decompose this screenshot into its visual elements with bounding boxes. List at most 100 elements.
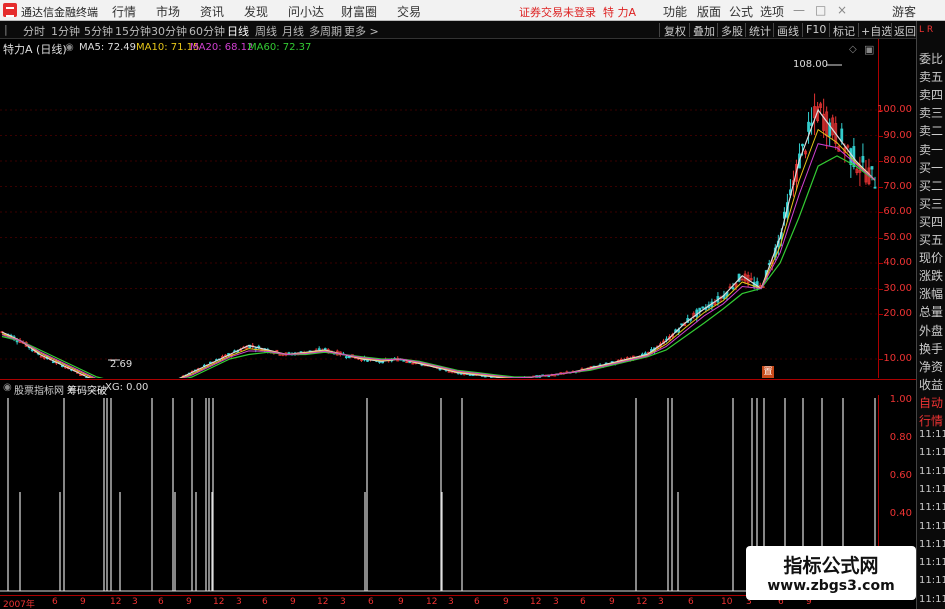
price-tick-mark — [879, 237, 883, 239]
menu-hangqing[interactable]: 行情 — [112, 3, 136, 20]
indicator-tick-label: 0.40 — [889, 508, 912, 519]
sidebar-item[interactable]: 总量 — [919, 303, 943, 320]
sidebar-item[interactable]: 卖二 — [919, 122, 943, 139]
indicator-gear-icon[interactable]: ◉ — [3, 382, 12, 393]
close-icon[interactable]: × — [837, 3, 847, 17]
date-tick-label: 6 — [580, 597, 586, 607]
tool-biaoji[interactable]: 标记 — [833, 23, 855, 39]
watermark-logo: 指标公式网 www.zbgs3.com — [746, 546, 916, 600]
period-5min[interactable]: 5分钟 — [84, 23, 113, 39]
sidebar-item[interactable]: 委比 — [919, 50, 943, 67]
period-multi[interactable]: 多周期 — [309, 23, 342, 39]
tool-zixuan[interactable]: +自选 — [861, 23, 892, 39]
candle-body — [870, 166, 874, 170]
price-tick-mark — [879, 314, 883, 315]
date-tick-label: 12 — [110, 597, 122, 607]
period-daily[interactable]: 日线 — [227, 23, 249, 39]
menu-zixun[interactable]: 资讯 — [200, 3, 224, 20]
sidebar-item[interactable]: 换手 — [919, 340, 943, 357]
period-monthly[interactable]: 月线 — [282, 23, 304, 39]
sidebar-item[interactable]: 买二 — [919, 177, 943, 194]
nav-arrow-icon[interactable]: | — [4, 23, 8, 36]
guest-label[interactable]: 游客 — [892, 3, 916, 20]
login-status[interactable]: 证券交易未登录 特 力A — [519, 4, 636, 20]
sidebar-item[interactable]: 11:11 — [919, 557, 945, 568]
sidebar-item[interactable]: 11:11 — [919, 429, 945, 440]
period-30min[interactable]: 30分钟 — [151, 23, 187, 39]
period-more[interactable]: 更多 > — [344, 23, 379, 39]
tool-duogu[interactable]: 多股 — [721, 23, 743, 39]
candle-body — [840, 128, 844, 142]
tool-f10[interactable]: F10 — [806, 23, 826, 36]
candle-body — [15, 340, 19, 343]
date-tick-label: 6 — [52, 597, 58, 607]
sidebar-item[interactable]: 11:11 — [919, 539, 945, 550]
settings-gear-icon[interactable]: ◉ — [65, 42, 74, 53]
date-tick-label: 12 — [317, 597, 329, 607]
menu-gongshi[interactable]: 公式 — [729, 3, 753, 20]
sidebar-item[interactable]: 现价 — [919, 249, 943, 266]
tool-fuquan[interactable]: 复权 — [664, 23, 686, 39]
stock-period-label: 特力A (日线) — [3, 43, 67, 56]
menu-jiaoyi[interactable]: 交易 — [397, 3, 421, 20]
minimize-icon[interactable]: — — [793, 3, 805, 17]
event-marker[interactable]: 置 — [762, 366, 774, 378]
maximize-icon[interactable]: □ — [815, 3, 826, 17]
period-weekly[interactable]: 周线 — [255, 23, 277, 39]
indicator-tick-label: 0.80 — [889, 432, 912, 443]
menu-shichang[interactable]: 市场 — [156, 3, 180, 20]
tool-huaxian[interactable]: 画线 — [777, 23, 799, 39]
sidebar-item[interactable]: 自动 — [919, 394, 943, 411]
menu-wenxiaoda[interactable]: 问小达 — [288, 3, 324, 20]
tool-fanhui[interactable]: 返回 — [894, 23, 916, 39]
watermark-url: www.zbgs3.com — [767, 578, 895, 594]
sidebar-item[interactable]: 11:11 — [919, 447, 945, 458]
sidebar-item[interactable]: 涨跌 — [919, 267, 943, 284]
price-chart[interactable] — [0, 39, 878, 378]
divider — [773, 23, 774, 37]
period-fenshi[interactable]: 分时 — [23, 23, 45, 39]
sidebar-item[interactable]: 11:11 — [919, 594, 945, 605]
sidebar-item[interactable]: 行情 — [919, 412, 943, 429]
sidebar-item[interactable]: 卖三 — [919, 104, 943, 121]
sidebar-item[interactable]: 卖五 — [919, 68, 943, 85]
indicator-value: XG: 0.00 — [105, 382, 149, 393]
candle-body — [807, 121, 810, 132]
ma60-label: MA60: 72.37 — [248, 42, 312, 53]
period-60min[interactable]: 60分钟 — [189, 23, 225, 39]
menu-faxian[interactable]: 发现 — [244, 3, 268, 20]
sidebar-item[interactable]: 涨幅 — [919, 285, 943, 302]
tool-tongji[interactable]: 统计 — [749, 23, 771, 39]
candle-body — [861, 156, 865, 163]
sidebar-item[interactable]: 外盘 — [919, 322, 943, 339]
diamond-icon[interactable]: ◇ — [849, 44, 857, 55]
date-tick-label: 6 — [368, 597, 374, 607]
sidebar-item[interactable]: 卖一 — [919, 141, 943, 158]
menu-banmian[interactable]: 版面 — [697, 3, 721, 20]
date-tick-label: 12 — [636, 597, 648, 607]
menu-gongneng[interactable]: 功能 — [663, 3, 687, 20]
sidebar-item[interactable]: 买三 — [919, 195, 943, 212]
sidebar-item[interactable]: 11:11 — [919, 521, 945, 532]
collapse-icon[interactable]: ▣ — [864, 43, 874, 56]
candle-body — [801, 143, 804, 147]
tool-diejia[interactable]: 叠加 — [693, 23, 715, 39]
sidebar-item[interactable]: 卖四 — [919, 86, 943, 103]
sidebar-item[interactable]: 11:11 — [919, 466, 945, 477]
period-1min[interactable]: 1分钟 — [51, 23, 80, 39]
sidebar-item[interactable]: 买一 — [919, 159, 943, 176]
sidebar-lr-toggle[interactable]: L R — [919, 25, 933, 35]
menu-caifuquan[interactable]: 财富圈 — [341, 3, 377, 20]
date-tick-label: 3 — [340, 597, 346, 607]
sidebar-item[interactable]: 收益 — [919, 376, 943, 393]
sidebar-item[interactable]: 11:11 — [919, 502, 945, 513]
sidebar-item[interactable]: 净资 — [919, 358, 943, 375]
menu-xuanxiang[interactable]: 选项 — [760, 3, 784, 20]
date-tick-label: 3 — [236, 597, 242, 607]
sidebar-item[interactable]: 11:11 — [919, 575, 945, 586]
sidebar-item[interactable]: 买五 — [919, 231, 943, 248]
period-15min[interactable]: 15分钟 — [115, 23, 151, 39]
sidebar-item[interactable]: 买四 — [919, 213, 943, 230]
sidebar-item[interactable]: 11:11 — [919, 484, 945, 495]
date-tick-label: 9 — [186, 597, 192, 607]
